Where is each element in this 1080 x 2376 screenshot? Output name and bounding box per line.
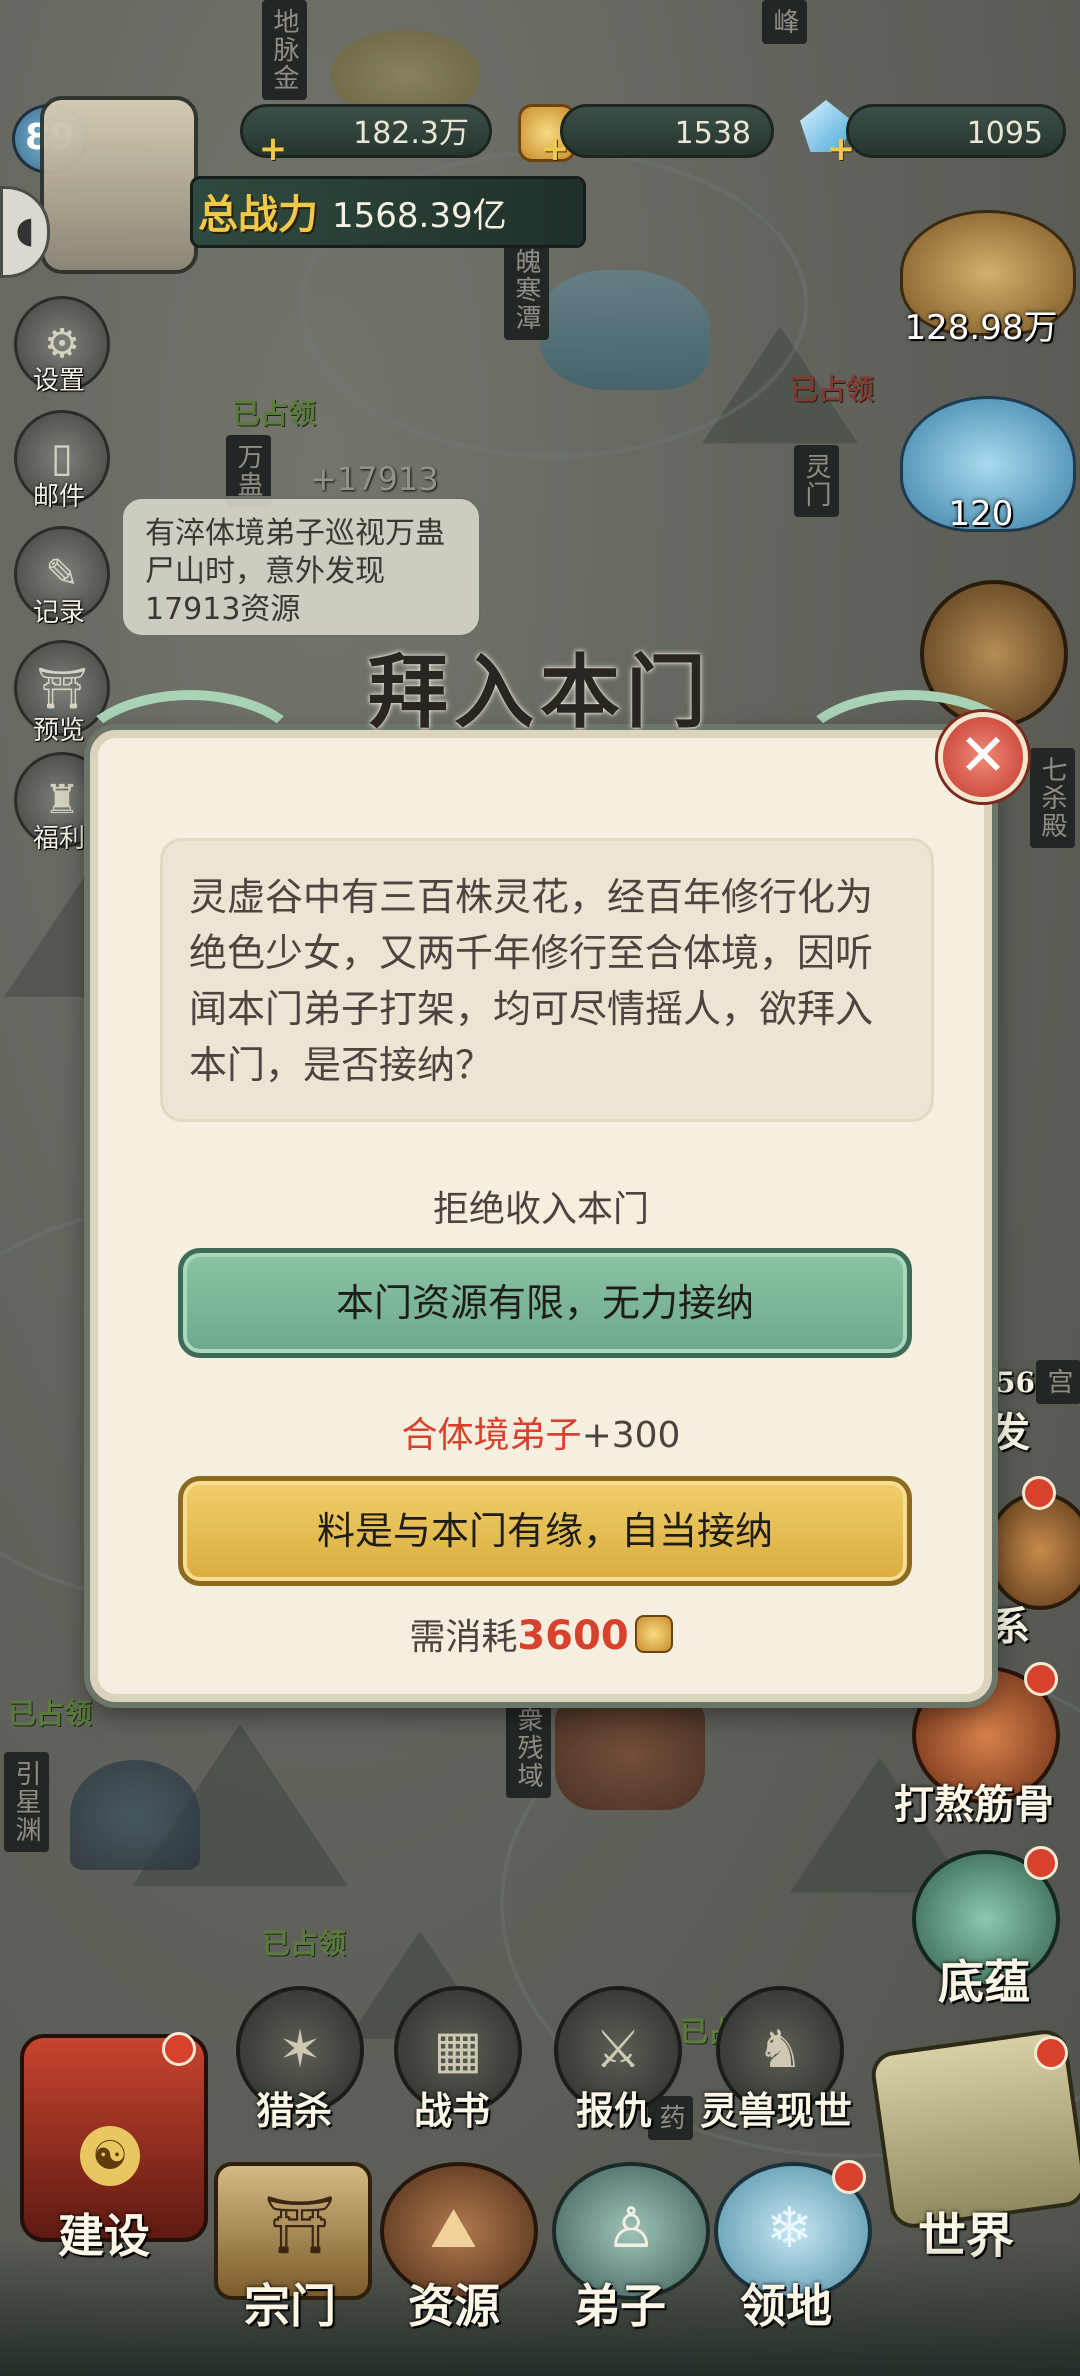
build-label: 建设 xyxy=(58,2209,150,2263)
record-icon: ✎ xyxy=(45,551,79,597)
territory-icon: ❄ xyxy=(766,2196,813,2261)
revenge-icon: ⚔ xyxy=(594,2020,642,2080)
mail-label: 邮件 xyxy=(32,482,85,512)
refuse-button[interactable]: 本门资源有限，无力接纳 xyxy=(178,1248,912,1358)
notification-dot xyxy=(1034,2036,1068,2070)
training-label: 打熬筋骨 xyxy=(894,1781,1054,1828)
cost-label: 需消耗 xyxy=(409,1617,518,1658)
reward-amount: +300 xyxy=(581,1415,681,1456)
crystal-resource[interactable]: 1095 xyxy=(846,104,1066,158)
silver-plus-button[interactable]: + xyxy=(258,132,288,166)
gold-plus-button[interactable]: + xyxy=(540,132,570,166)
notification-dot xyxy=(832,2160,866,2194)
sect-emblem[interactable] xyxy=(40,96,198,274)
gold-coin-icon xyxy=(634,1615,673,1653)
crystal-value: 1095 xyxy=(966,116,1043,151)
settings-label: 设置 xyxy=(32,366,85,396)
crystal-plus-button[interactable]: + xyxy=(826,132,856,166)
resource-icon: ⛰ xyxy=(430,2196,478,2261)
record-label: 记录 xyxy=(32,598,85,628)
build-icon: ☯ xyxy=(80,2126,140,2186)
event-notification-text: 有淬体境弟子巡视万蛊尸山时，意外发现17913资源 xyxy=(145,516,445,627)
herb-bag-value: 128.98万 xyxy=(904,308,1058,348)
cost-value: 3600 xyxy=(517,1613,629,1659)
recruit-dialog: 灵虚谷中有三百株灵花，经百年修行化为绝色少女，又两千年修行至合体境，因听闻本门弟… xyxy=(90,730,992,1702)
refuse-hint: 拒绝收入本门 xyxy=(432,1189,649,1230)
notification-dot xyxy=(1022,1476,1056,1510)
disciple-icon: ♙ xyxy=(606,2196,657,2261)
war-letter-icon: ▦ xyxy=(433,2020,483,2080)
notification-dot xyxy=(162,2032,196,2066)
power-value: 1568.39亿 xyxy=(332,196,507,236)
mail-icon: ▯ xyxy=(50,435,73,481)
notification-dot xyxy=(1024,1662,1058,1696)
dialog-description-box: 灵虚谷中有三百株灵花，经百年修行化为绝色少女，又两千年修行至合体境，因听闻本门弟… xyxy=(160,838,934,1122)
dialog-title: 拜入本门 xyxy=(368,645,712,739)
gift-icon: ♜ xyxy=(44,777,80,823)
notification-dot xyxy=(1024,1846,1058,1880)
resource-label: 资源 xyxy=(408,2279,500,2333)
hunt-icon: ✶ xyxy=(278,2020,322,2080)
bottom-nav-bar xyxy=(0,2240,1080,2376)
partial-label: 发 xyxy=(990,1409,1030,1456)
sect-label: 宗门 xyxy=(244,2279,336,2333)
heritage-label: 底蕴 xyxy=(938,1955,1030,2009)
cost-line: 需消耗3600 xyxy=(98,1608,984,1660)
gold-value: 1538 xyxy=(674,116,751,151)
close-button[interactable]: ✕ xyxy=(938,712,1028,802)
silver-value: 182.3万 xyxy=(353,116,469,151)
beast-label: 灵兽现世 xyxy=(700,2088,853,2133)
gold-resource[interactable]: 1538 xyxy=(560,104,774,158)
revenge-label: 报仇 xyxy=(576,2088,653,2133)
accept-button[interactable]: 料是与本门有缘，自当接纳 xyxy=(178,1476,912,1586)
power-label: 总战力 xyxy=(198,191,318,238)
territory-label: 领地 xyxy=(740,2279,832,2333)
dialog-description: 灵虚谷中有三百株灵花，经百年修行化为绝色少女，又两千年修行至合体境，因听闻本门弟… xyxy=(189,875,874,1087)
event-notification[interactable]: 有淬体境弟子巡视万蛊尸山时，意外发现17913资源 xyxy=(120,496,482,638)
hunt-label: 猎杀 xyxy=(256,2088,333,2133)
sect-icon: ⛩ xyxy=(264,2193,336,2258)
beast-icon: ♞ xyxy=(756,2020,804,2080)
disciple-label: 弟子 xyxy=(574,2279,666,2333)
partial-label: 56 xyxy=(996,1366,1035,1399)
reward-name: 合体境弟子 xyxy=(401,1415,582,1456)
war-letter-label: 战书 xyxy=(414,2088,491,2133)
reward-line: 合体境弟子+300 xyxy=(98,1406,984,1458)
partial-label: 系 xyxy=(990,1603,1030,1650)
crystal-bag-value: 120 xyxy=(948,494,1014,534)
close-icon: ✕ xyxy=(958,721,1008,789)
